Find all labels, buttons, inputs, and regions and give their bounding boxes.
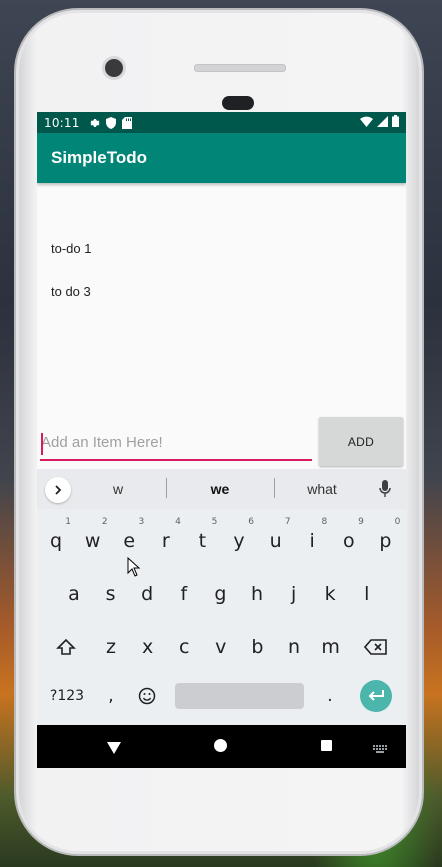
key-hint: 3 — [138, 517, 145, 527]
front-camera — [102, 56, 126, 80]
add-button[interactable]: ADD — [319, 417, 403, 466]
status-time: 10:11 — [44, 115, 80, 130]
add-item-input[interactable] — [40, 425, 312, 461]
home-icon[interactable] — [214, 739, 227, 752]
app-bar: SimpleTodo — [37, 133, 406, 183]
key-s[interactable]: s — [94, 574, 128, 614]
shift-key[interactable] — [49, 627, 83, 667]
key-k[interactable]: k — [313, 574, 347, 614]
key-c[interactable]: c — [167, 627, 201, 667]
key-p[interactable]: p0 — [368, 517, 402, 561]
symbols-key[interactable]: ?123 — [45, 676, 89, 716]
settings-icon — [88, 117, 100, 129]
key-r[interactable]: r4 — [149, 517, 183, 561]
key-m[interactable]: m — [314, 627, 348, 667]
key-f[interactable]: f — [167, 574, 201, 614]
divider — [166, 478, 167, 498]
key-hint: 0 — [394, 517, 401, 527]
space-key[interactable] — [175, 683, 304, 709]
shield-icon — [105, 116, 116, 129]
key-hint: 7 — [284, 517, 291, 527]
key-g[interactable]: g — [203, 574, 237, 614]
earpiece-speaker — [194, 64, 286, 72]
enter-key[interactable] — [360, 680, 392, 712]
key-v[interactable]: v — [204, 627, 238, 667]
suggestion-what[interactable]: what — [287, 481, 357, 497]
key-hint: 5 — [211, 517, 218, 527]
recents-icon[interactable] — [321, 740, 332, 751]
backspace-key[interactable] — [359, 627, 393, 667]
keyboard-switch-icon[interactable] — [373, 740, 389, 759]
divider — [274, 478, 275, 498]
key-hint: 2 — [101, 517, 108, 527]
wifi-icon — [360, 116, 373, 130]
add-item-row: ADD — [37, 417, 406, 467]
soft-keyboard: w we what q1w2e3r4t5y6u7i8o9p0 asdfghjkl… — [37, 469, 406, 725]
key-hint: 1 — [65, 517, 71, 527]
suggestion-strip: w we what — [37, 469, 406, 509]
mouse-pointer-icon — [127, 556, 141, 581]
todo-list: to-do 1 to do 3 — [37, 183, 406, 417]
list-item[interactable]: to-do 1 — [51, 241, 91, 256]
key-u[interactable]: u7 — [259, 517, 293, 561]
period-key[interactable]: . — [313, 676, 347, 716]
key-z[interactable]: z — [94, 627, 128, 667]
key-w[interactable]: w2 — [76, 517, 110, 561]
navigation-bar — [37, 725, 406, 768]
key-o[interactable]: o9 — [332, 517, 366, 561]
key-hint: 9 — [358, 517, 364, 527]
key-q[interactable]: q1 — [39, 517, 73, 561]
key-h[interactable]: h — [240, 574, 274, 614]
battery-icon — [392, 115, 399, 130]
suggestion-we[interactable]: we — [185, 481, 255, 497]
microphone-icon[interactable] — [379, 480, 391, 502]
key-l[interactable]: l — [350, 574, 384, 614]
key-j[interactable]: j — [277, 574, 311, 614]
key-i[interactable]: i8 — [295, 517, 329, 561]
chevron-right-icon[interactable] — [45, 477, 71, 503]
sensor-pill — [222, 96, 254, 110]
key-hint: 4 — [175, 517, 181, 527]
key-e[interactable]: e3 — [112, 517, 146, 561]
status-bar: 10:11 — [37, 112, 406, 133]
key-b[interactable]: b — [240, 627, 274, 667]
sd-card-icon — [121, 116, 132, 129]
key-x[interactable]: x — [131, 627, 165, 667]
signal-icon — [377, 115, 388, 130]
key-a[interactable]: a — [57, 574, 91, 614]
key-hint: 8 — [321, 517, 328, 527]
app-title: SimpleTodo — [51, 148, 148, 167]
emoji-icon[interactable] — [130, 676, 164, 716]
key-t[interactable]: t5 — [185, 517, 219, 561]
comma-key[interactable]: , — [94, 676, 128, 716]
device-screen: 10:11 SimpleTodo to-do 1 to do 3 Add an … — [37, 112, 406, 768]
list-item[interactable]: to do 3 — [51, 284, 91, 299]
key-n[interactable]: n — [277, 627, 311, 667]
key-y[interactable]: y6 — [222, 517, 256, 561]
text-caret — [41, 433, 43, 455]
key-hint: 6 — [248, 517, 254, 527]
back-triangle-icon[interactable] — [107, 739, 121, 758]
suggestion-w[interactable]: w — [83, 481, 153, 497]
